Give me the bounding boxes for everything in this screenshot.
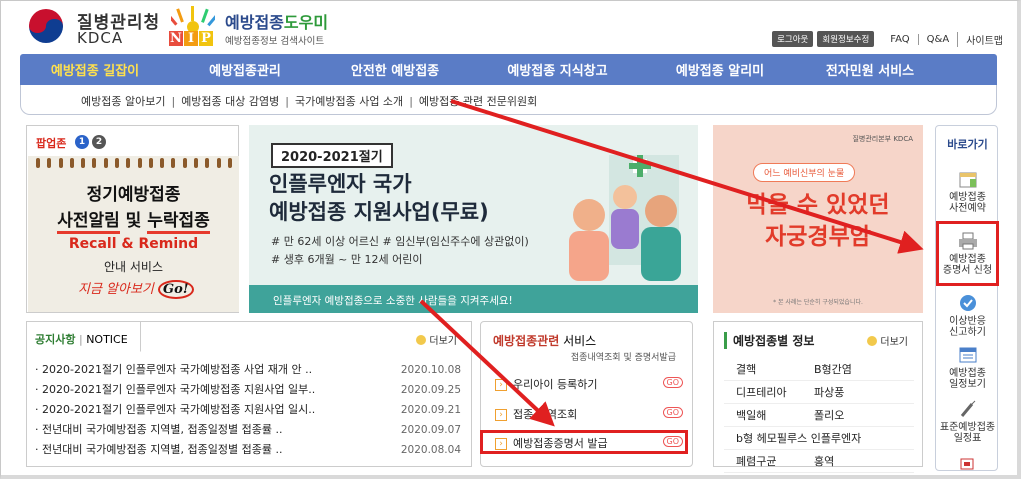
quick-item-schedule[interactable]: 예방접종 일정보기 — [936, 346, 999, 390]
sitemap-link[interactable]: 사이트맵 — [957, 31, 1003, 47]
issue-certificate-highlight-box — [480, 430, 688, 454]
kdca-logo[interactable]: 질병관리청 KDCA — [25, 7, 175, 47]
sun-rays-icon — [171, 6, 215, 31]
quick-item-standard-schedule[interactable]: 표준예방접종 일정표 — [936, 400, 999, 444]
service-title: 예방접종관련 서비스 — [493, 334, 597, 348]
vaccine-info-more-link[interactable]: 더보기 — [867, 333, 908, 348]
flu-banner[interactable]: 2020-2021절기 인플루엔자 국가 예방접종 지원사업(무료) # 만 62… — [249, 125, 698, 313]
promo-headline-2: 자궁경부암 — [765, 224, 871, 250]
nip-letters: N I P — [169, 31, 213, 46]
subnav-item-committee[interactable]: 예방접종 관련 전문위원회 — [419, 95, 537, 108]
kdca-emblem-icon — [29, 9, 63, 43]
edit-member-info-button[interactable]: 회원정보수정 — [817, 31, 875, 47]
certificate-highlight-box — [936, 221, 999, 286]
syringe-icon — [960, 400, 975, 417]
nav-item-notifier[interactable]: 예방접종 알리미 — [645, 60, 795, 79]
faq-link[interactable]: FAQ — [882, 34, 909, 45]
site-title: 예방접종도우미 — [225, 13, 329, 32]
nav-item-guide[interactable]: 예방접종 길잡이 — [20, 60, 170, 79]
nav-item-safe-vaccination[interactable]: 안전한 예방접종 — [320, 60, 470, 79]
notice-tab[interactable]: 공지사항 | NOTICE — [27, 322, 141, 352]
popup-line2: 사전알림 및 누락접종 — [28, 206, 239, 234]
popup-zone-title: 팝업존 — [36, 137, 67, 150]
notepad-spiral — [36, 158, 232, 168]
popup-page-1-button[interactable]: 1 — [75, 135, 89, 149]
subnav-item-diseases[interactable]: 예방접종 대상 감염병 — [181, 95, 279, 108]
vaccine-link[interactable]: b형 헤모필루스 인플루엔자 — [724, 427, 914, 449]
notice-row[interactable]: · 전년대비 국가예방접종 지역별, 접종일정별 접종률 .. 2020.08.0… — [35, 440, 461, 460]
sub-nav: 예방접종 알아보기 | 예방접종 대상 감염병 | 국가예방접종 사업 소개 | 예방접종 … — [20, 85, 997, 115]
vaccine-link[interactable]: 홍역 — [804, 450, 834, 472]
calendar-icon — [959, 172, 976, 188]
nav-item-e-service[interactable]: 전자민원 서비스 — [795, 60, 945, 79]
plus-icon — [867, 336, 878, 346]
promo-logo: 질병관리본부 KDCA — [852, 135, 913, 143]
check-badge-icon — [959, 295, 976, 311]
popup-gonow: 지금 알아보기 Go! — [78, 278, 194, 299]
vaccine-link[interactable]: B형간염 — [804, 358, 852, 380]
banner-headline: 인플루엔자 국가 예방접종 지원사업(무료) — [269, 172, 489, 224]
popup-zone: 팝업존 1 2 정기예방접종 사전알림 및 누락접종 Recall & Remi… — [26, 125, 239, 313]
qa-link[interactable]: Q&A — [917, 33, 949, 45]
banner-target-1: # 만 62세 이상 어르신 # 임신부(임신주수에 상관없이) — [271, 235, 529, 248]
vaccine-info-title: 예방접종별 정보 — [724, 332, 814, 349]
vaccine-link[interactable]: 백일해 — [724, 404, 804, 426]
promo-headline-1: 막을 수 있었던 — [746, 192, 890, 218]
notice-row[interactable]: · 2020-2021절기 인플루엔자 국가예방접종 사업 재개 안 .. 202… — [35, 360, 461, 380]
nav-item-management[interactable]: 예방접종관리 — [170, 60, 320, 79]
vaccine-link[interactable]: 폴리오 — [804, 404, 844, 426]
popup-page-2-button[interactable]: 2 — [92, 135, 106, 149]
vaccine-link[interactable]: 결핵 — [724, 358, 804, 380]
nav-item-knowledge[interactable]: 예방접종 지식창고 — [470, 60, 645, 79]
cervical-cancer-banner[interactable]: 질병관리본부 KDCA 어느 예비신부의 눈물 막을 수 있었던 자궁경부암 *… — [713, 125, 923, 313]
promo-pill: 어느 예비신부의 눈물 — [753, 163, 856, 182]
more-shortcut-icon — [960, 458, 974, 470]
notice-list: · 2020-2021절기 인플루엔자 국가예방접종 사업 재개 안 .. 202… — [35, 360, 461, 460]
kdca-name-en: KDCA — [77, 29, 124, 47]
browser-frame: 질병관리청 KDCA N I P 예방접종도우미 예방접종정보 검색사이트 로그… — [0, 0, 1021, 479]
banner-target-2: # 생후 6개월 ~ 만 12세 어린이 — [271, 253, 423, 266]
plus-icon — [416, 335, 427, 345]
vaccine-info-panel: 예방접종별 정보 더보기 결핵 B형간염 디프테리아 파상풍 백일해 폴리오 b형 헤… — [713, 321, 923, 473]
history-lookup-link[interactable]: › 접종 내역조회 GO — [495, 406, 683, 424]
notice-row[interactable]: · 2020-2021절기 인플루엔자 국가예방접종 지원사업 일시.. 2020… — [35, 400, 461, 420]
vaccine-link[interactable]: 파상풍 — [804, 381, 844, 403]
quick-menu-title: 바로가기 — [947, 138, 988, 151]
popup-recall: Recall & Remind — [68, 236, 199, 252]
nip-logo[interactable]: N I P 예방접종도우미 예방접종정보 검색사이트 — [165, 5, 355, 49]
quick-item-reservation[interactable]: 예방접종 사전예약 — [936, 170, 999, 214]
site-subtitle: 예방접종정보 검색사이트 — [225, 36, 325, 47]
quick-menu: 바로가기 예방접종 사전예약 예방접종 증명서 신청 이상반응 신고하기 예방접종 일정… — [935, 125, 998, 471]
notice-more-link[interactable]: 더보기 — [416, 332, 457, 347]
subnav-item-national-program[interactable]: 국가예방접종 사업 소개 — [295, 95, 403, 108]
register-child-link[interactable]: › 우리아이 등록하기 GO — [495, 376, 683, 394]
schedule-icon — [959, 347, 976, 363]
utility-links: 로그아웃 회원정보수정 FAQ Q&A 사이트맵 — [768, 31, 1003, 47]
family-illustration-icon — [569, 155, 681, 281]
service-subtitle: 접종내역조회 및 증명서발급 — [570, 353, 676, 363]
notice-row[interactable]: · 전년대비 국가예방접종 지역별, 접종일정별 접종률 .. 2020.09.0… — [35, 420, 461, 440]
chevron-right-icon: › — [495, 409, 507, 421]
main-nav: 예방접종 길잡이 예방접종관리 안전한 예방접종 예방접종 지식창고 예방접종 … — [20, 54, 997, 85]
notice-row[interactable]: · 2020-2021절기 인플루엔자 국가예방접종 지원사업 일부.. 2020… — [35, 380, 461, 400]
popup-banner[interactable]: 정기예방접종 사전알림 및 누락접종 Recall & Remind 안내 서비… — [28, 156, 239, 312]
logout-button[interactable]: 로그아웃 — [772, 31, 814, 47]
banner-footer: 인플루엔자 예방접종으로 소중한 사람들을 지켜주세요! — [249, 285, 698, 313]
banner-year: 2020-2021절기 — [271, 143, 393, 168]
notice-board: 공지사항 | NOTICE 더보기 · 2020-2021절기 인플루엔자 국가… — [26, 321, 472, 467]
vaccine-link[interactable]: 폐렴구균 — [724, 450, 804, 472]
quick-item-adverse-report[interactable]: 이상반응 신고하기 — [936, 294, 999, 338]
popup-line1: 정기예방접종 — [86, 185, 181, 205]
vaccine-link[interactable]: 디프테리아 — [724, 381, 804, 403]
promo-footnote: * 본 사례는 단순히 구성되었습니다. — [773, 299, 863, 306]
popup-guide: 안내 서비스 — [103, 260, 163, 274]
chevron-right-icon: › — [495, 379, 507, 391]
subnav-item-about[interactable]: 예방접종 알아보기 — [81, 95, 165, 108]
vaccine-grid: 결핵 B형간염 디프테리아 파상풍 백일해 폴리오 b형 헤모필루스 인플루엔자 폐렴… — [724, 358, 914, 473]
